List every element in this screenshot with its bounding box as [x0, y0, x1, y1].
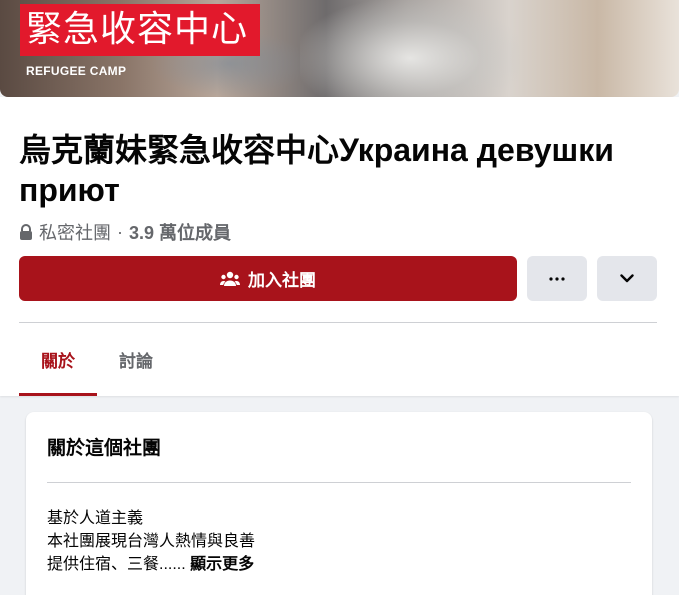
cover-subtitle: REFUGEE CAMP [26, 64, 127, 78]
group-people-icon [220, 271, 240, 286]
tab-about[interactable]: 關於 [19, 323, 97, 396]
about-line: 基於人道主義 [47, 510, 144, 527]
chevron-down-icon [620, 274, 634, 283]
about-line-text: 提供住宿、三餐...... [47, 556, 186, 573]
group-tabs: 關於 討論 [19, 323, 175, 396]
member-count[interactable]: 3.9 萬位成員 [129, 219, 231, 245]
meta-separator: · [117, 221, 123, 242]
about-title: 關於這個社團 [47, 438, 162, 459]
about-line: 本社團展現台灣人熱情與良善 [47, 533, 256, 550]
join-group-label: 加入社團 [248, 271, 316, 290]
group-title: 烏克蘭妹緊急收容中心Украина девушки приют [19, 132, 614, 208]
privacy-label: 私密社團 [39, 223, 111, 243]
group-meta: 私密社團 · 3.9 萬位成員 [19, 219, 231, 245]
see-more-link[interactable]: 顯示更多 [190, 556, 254, 573]
tab-discussion[interactable]: 討論 [97, 323, 175, 396]
lock-icon [20, 224, 32, 240]
about-description: 基於人道主義 本社團展現台灣人熱情與良善 提供住宿、三餐...... 顯示更多 [47, 507, 255, 576]
join-group-button[interactable]: 加入社團 [19, 256, 517, 301]
ellipsis-icon [549, 276, 565, 281]
expand-dropdown-button[interactable] [597, 256, 657, 301]
cover-banner-text: 緊急收容中心 [20, 4, 261, 56]
about-divider [47, 482, 631, 483]
group-header: 烏克蘭妹緊急收容中心Украина девушки приют 私密社團 · 3… [0, 97, 679, 396]
cover-photo: 緊急收容中心 REFUGEE CAMP [0, 0, 679, 97]
about-line: 提供住宿、三餐...... 顯示更多 [47, 553, 255, 576]
more-options-button[interactable] [527, 256, 587, 301]
about-card: 關於這個社團 基於人道主義 本社團展現台灣人熱情與良善 提供住宿、三餐.....… [26, 412, 652, 595]
